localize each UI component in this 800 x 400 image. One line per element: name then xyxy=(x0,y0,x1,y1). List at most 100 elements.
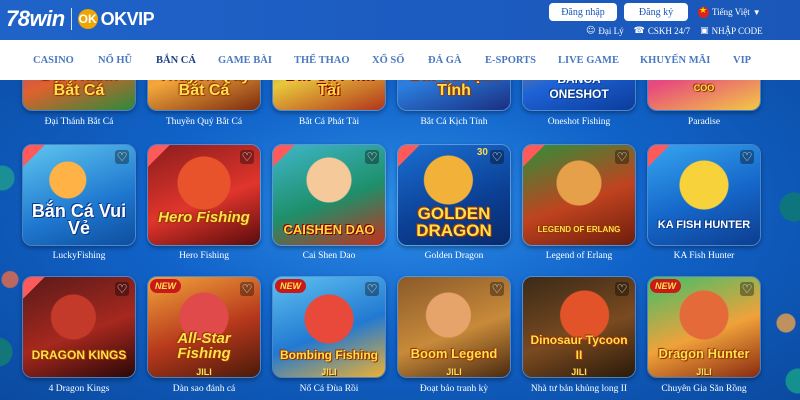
game-card-oneshot-fishing[interactable]: BANCA ONESHOT xyxy=(522,80,636,111)
game-art-title: Bắt Cá Phát Tài xyxy=(284,80,374,99)
chevron-down-icon: ▼ xyxy=(752,7,761,17)
game-art-title: Dinosaur Tycoon II xyxy=(530,333,628,362)
hot-ribbon xyxy=(523,145,545,167)
game-card-bat-ca-kich-tinh[interactable]: Bắt Cá Kịch Tính xyxy=(397,80,511,111)
game-card-dragon-hunter[interactable]: NEW ♡ Dragon Hunter JILI xyxy=(647,276,761,378)
register-button[interactable]: Đăng ký xyxy=(624,3,688,21)
login-button[interactable]: Đăng nhập xyxy=(549,3,617,21)
nav-ban-ca[interactable]: BẮN CÁ xyxy=(156,40,196,80)
game-caption-dai-thanh-bat-ca[interactable]: Đại Thánh Bắt Cá xyxy=(9,117,149,127)
jili-provider-label: JILI xyxy=(696,367,712,377)
game-caption-bombing-fishing[interactable]: Nổ Cá Đùa Rồi xyxy=(259,384,399,394)
support-icon: ☎ xyxy=(633,25,645,36)
favorite-heart-icon[interactable]: ♡ xyxy=(615,282,629,296)
code-icon: ▣ xyxy=(700,25,709,36)
game-card-lucky-fishing[interactable]: ♡ Bắn Cá Vui Vẻ xyxy=(22,144,136,246)
game-card-dai-thanh-bat-ca[interactable]: Đại Thánh Bắt Cá xyxy=(22,80,136,111)
game-card-dinosaur-tycoon-ii[interactable]: ♡ Dinosaur Tycoon II JILI xyxy=(522,276,636,378)
game-card-legend-of-erlang[interactable]: ♡ LEGEND OF ERLANG xyxy=(522,144,636,246)
nav-xo-so[interactable]: XỔ SỐ xyxy=(372,40,404,80)
game-caption-dragon-hunter[interactable]: Chuyên Gia Săn Rồng xyxy=(634,384,774,394)
game-card-all-star-fishing[interactable]: NEW ♡ All-Star Fishing JILI xyxy=(147,276,261,378)
support-link[interactable]: ☎ CSKH 24/7 xyxy=(634,26,690,36)
game-art-title: DRAGON KINGS xyxy=(31,348,127,362)
new-badge: NEW xyxy=(275,279,306,293)
favorite-heart-icon[interactable]: ♡ xyxy=(490,282,504,296)
game-caption-legend-of-erlang[interactable]: Legend of Erlang xyxy=(509,251,649,261)
favorite-heart-icon[interactable]: ♡ xyxy=(115,282,129,296)
game-card-cai-shen-dao[interactable]: ♡ CAISHEN DAO xyxy=(272,144,386,246)
main-nav: CASINO NỔ HŨ BẮN CÁ GAME BÀI THỂ THAO XỔ… xyxy=(0,40,800,80)
game-card-bat-ca-phat-tai[interactable]: Bắt Cá Phát Tài xyxy=(272,80,386,111)
game-caption-oneshot-fishing[interactable]: Oneshot Fishing xyxy=(509,117,649,127)
nav-live-game[interactable]: LIVE GAME xyxy=(558,40,619,80)
game-caption-dinosaur-tycoon-ii[interactable]: Nhà tư bản khủng long II xyxy=(509,384,649,394)
game-caption-paradise[interactable]: Paradise xyxy=(634,117,774,127)
game-art-title: Dragon Hunter xyxy=(658,346,750,361)
multiplier-label: 30 xyxy=(476,147,488,158)
enter-code-label: NHẬP CODE xyxy=(711,25,763,36)
game-grid-area: Đại Thánh Bắt Cá Thuyền Quý Bắt Cá Bắt C… xyxy=(0,80,800,400)
game-art-title: Bắn Cá Vui Vẻ xyxy=(31,201,127,238)
game-art-title: CAISHEN DAO xyxy=(283,222,375,237)
game-art-title: Boom Legend xyxy=(410,346,498,361)
nav-khuyen-mai[interactable]: KHUYẾN MÃI xyxy=(640,40,710,80)
game-caption-hero-fishing[interactable]: Hero Fishing xyxy=(134,251,274,261)
okvip-text: OKVIP xyxy=(100,8,155,29)
nav-esports[interactable]: E-SPORTS xyxy=(485,40,536,80)
game-caption-ka-fish-hunter[interactable]: KA Fish Hunter xyxy=(634,251,774,261)
nav-casino[interactable]: CASINO xyxy=(33,40,74,80)
game-caption-lucky-fishing[interactable]: LuckyFishing xyxy=(9,251,149,261)
nav-game-bai[interactable]: GAME BÀI xyxy=(218,40,272,80)
game-art-title: Thuyền Quý Bắt Cá xyxy=(158,80,250,99)
favorite-heart-icon[interactable]: ♡ xyxy=(365,150,379,164)
agent-link[interactable]: ☺ Đại Lý xyxy=(586,26,624,36)
game-art-title: Bắt Cá Kịch Tính xyxy=(409,80,499,99)
logo-divider xyxy=(70,8,72,30)
game-caption-cai-shen-dao[interactable]: Cai Shen Dao xyxy=(259,251,399,261)
game-caption-golden-dragon[interactable]: Golden Dragon xyxy=(384,251,524,261)
game-caption-4-dragon-kings[interactable]: 4 Dragon Kings xyxy=(9,384,149,394)
nav-da-ga[interactable]: ĐÁ GÀ xyxy=(428,40,462,80)
game-caption-thuyen-quy-bat-ca[interactable]: Thuyền Quý Bắt Cá xyxy=(134,117,274,127)
game-card-paradise[interactable]: COO xyxy=(647,80,761,111)
nav-vip[interactable]: VIP xyxy=(733,40,751,80)
coral-decoration-right xyxy=(770,120,800,400)
favorite-heart-icon[interactable]: ♡ xyxy=(490,150,504,164)
enter-code-link[interactable]: ▣ NHẬP CODE xyxy=(700,26,762,36)
game-card-ka-fish-hunter[interactable]: ♡ KA FISH HUNTER xyxy=(647,144,761,246)
favorite-heart-icon[interactable]: ♡ xyxy=(740,150,754,164)
agent-icon: ☺ xyxy=(586,25,596,36)
favorite-heart-icon[interactable]: ♡ xyxy=(740,282,754,296)
game-card-4-dragon-kings[interactable]: ♡ DRAGON KINGS xyxy=(22,276,136,378)
site-logo[interactable]: 78win OK OKVIP xyxy=(6,5,155,33)
game-caption-boom-legend[interactable]: Đoạt bảo tranh kỳ xyxy=(384,384,524,394)
game-card-bombing-fishing[interactable]: NEW ♡ Bombing Fishing JILI xyxy=(272,276,386,378)
game-caption-bat-ca-kich-tinh[interactable]: Bắt Cá Kịch Tính xyxy=(384,117,524,127)
game-caption-all-star-fishing[interactable]: Dàn sao đánh cá xyxy=(134,384,274,394)
game-card-thuyen-quy-bat-ca[interactable]: Thuyền Quý Bắt Cá xyxy=(147,80,261,111)
new-badge: NEW xyxy=(650,279,681,293)
support-link-label: CSKH 24/7 xyxy=(647,25,691,36)
language-selector[interactable]: Tiếng Việt ▼ xyxy=(698,5,761,19)
favorite-heart-icon[interactable]: ♡ xyxy=(240,150,254,164)
game-art-title: KA FISH HUNTER xyxy=(657,219,751,231)
jili-provider-label: JILI xyxy=(196,367,212,377)
game-art-title: GOLDEN DRAGON xyxy=(416,204,492,240)
game-art-title: BANCA ONESHOT xyxy=(549,80,609,101)
favorite-heart-icon[interactable]: ♡ xyxy=(615,150,629,164)
favorite-heart-icon[interactable]: ♡ xyxy=(115,150,129,164)
top-header: 78win OK OKVIP Đăng nhập Đăng ký Tiếng V… xyxy=(0,0,800,40)
game-card-boom-legend[interactable]: ♡ Boom Legend JILI xyxy=(397,276,511,378)
game-art-title: Bombing Fishing xyxy=(280,348,378,362)
favorite-heart-icon[interactable]: ♡ xyxy=(240,282,254,296)
nav-the-thao[interactable]: THỂ THAO xyxy=(294,40,350,80)
game-card-hero-fishing[interactable]: ♡ Hero Fishing xyxy=(147,144,261,246)
favorite-heart-icon[interactable]: ♡ xyxy=(365,282,379,296)
game-card-golden-dragon[interactable]: 30 ♡ GOLDEN DRAGON xyxy=(397,144,511,246)
hot-ribbon xyxy=(398,145,420,167)
game-caption-bat-ca-phat-tai[interactable]: Bắt Cá Phát Tài xyxy=(259,117,399,127)
nav-no-hu[interactable]: NỔ HŨ xyxy=(98,40,132,80)
new-badge: NEW xyxy=(150,279,181,293)
game-art-title: LEGEND OF ERLANG xyxy=(537,225,621,234)
